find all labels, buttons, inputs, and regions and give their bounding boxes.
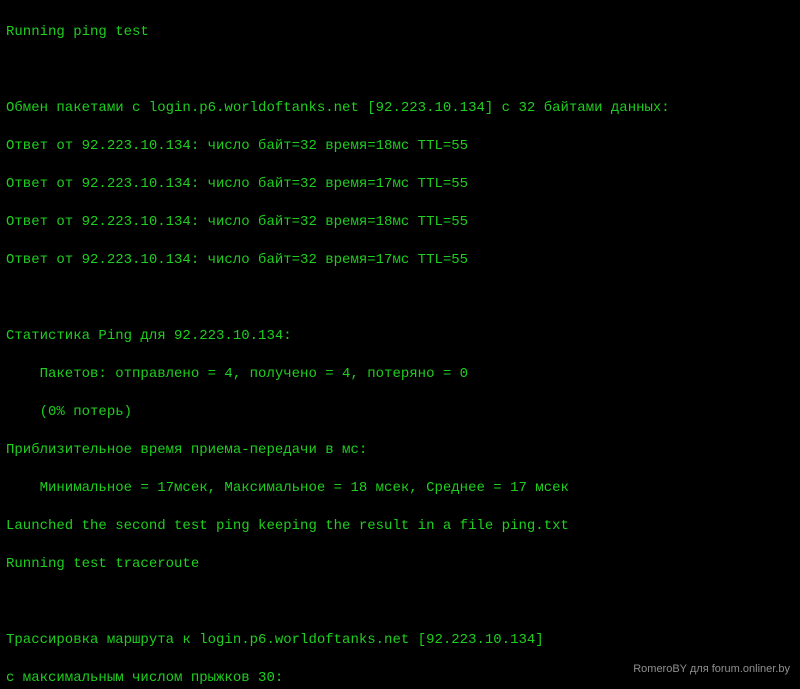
terminal-line: Ответ от 92.223.10.134: число байт=32 вр… — [6, 137, 794, 156]
terminal-line: Статистика Ping для 92.223.10.134: — [6, 327, 794, 346]
terminal-line: Running test traceroute — [6, 555, 794, 574]
terminal-line: Launched the second test ping keeping th… — [6, 517, 794, 536]
watermark-text: RomeroBY для forum.onliner.by — [633, 660, 790, 679]
terminal-line — [6, 593, 794, 612]
terminal-line: Running ping test — [6, 23, 794, 42]
terminal-line: Ответ от 92.223.10.134: число байт=32 вр… — [6, 213, 794, 232]
terminal-line: Ответ от 92.223.10.134: число байт=32 вр… — [6, 175, 794, 194]
terminal-line: Обмен пакетами с login.p6.worldoftanks.n… — [6, 99, 794, 118]
terminal-window: Running ping test Обмен пакетами с login… — [0, 0, 800, 689]
terminal-line — [6, 61, 794, 80]
terminal-line: Минимальное = 17мсек, Максимальное = 18 … — [6, 479, 794, 498]
terminal-line: Пакетов: отправлено = 4, получено = 4, п… — [6, 365, 794, 384]
terminal-line — [6, 289, 794, 308]
terminal-line: (0% потерь) — [6, 403, 794, 422]
terminal-line: Ответ от 92.223.10.134: число байт=32 вр… — [6, 251, 794, 270]
terminal-line: Трассировка маршрута к login.p6.worldoft… — [6, 631, 794, 650]
terminal-line: Приблизительное время приема-передачи в … — [6, 441, 794, 460]
